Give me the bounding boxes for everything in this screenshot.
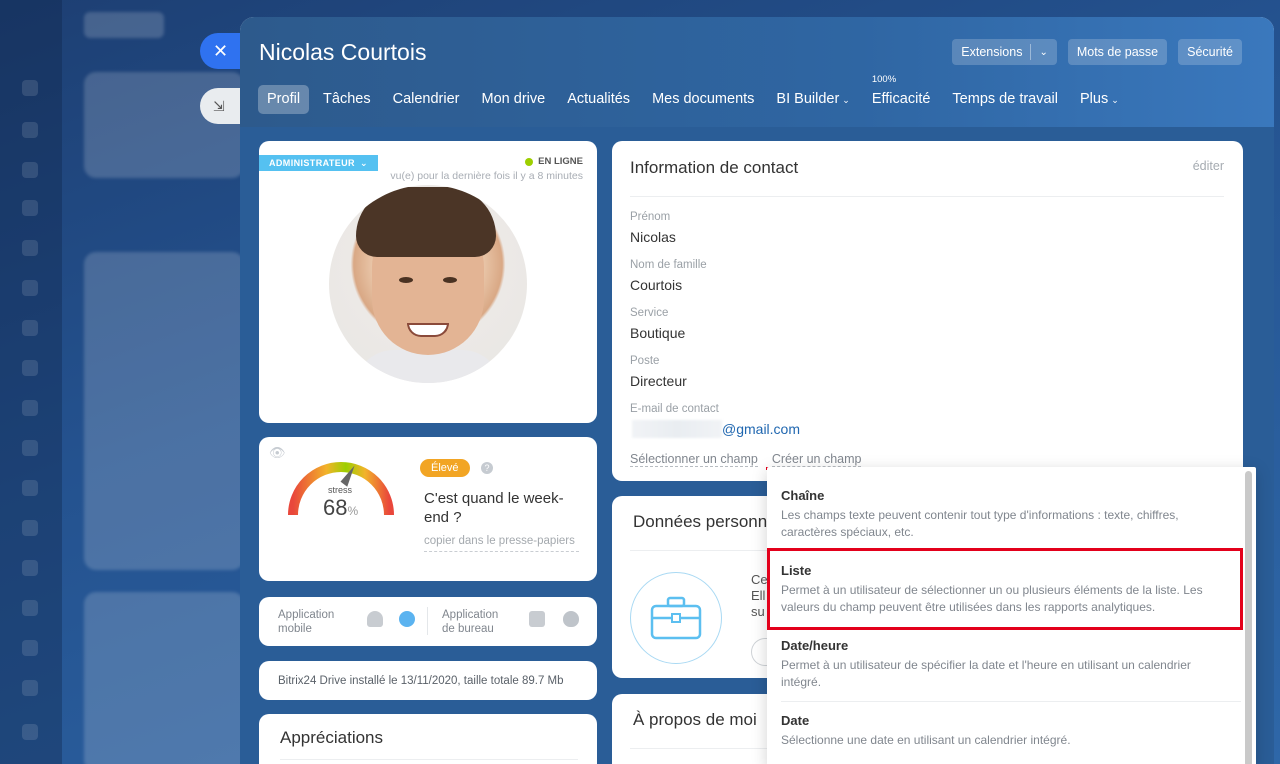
passwords-label: Mots de passe (1076, 45, 1159, 59)
background-feed-item (84, 252, 244, 570)
background-search (84, 12, 164, 38)
tab-temps-de-travail[interactable]: Temps de travail (941, 85, 1069, 114)
efficiency-percent: 100% (871, 74, 897, 85)
ios-app-icon[interactable] (399, 611, 415, 627)
desktop-app-label: Application de bureau (442, 609, 499, 635)
email-link[interactable]: @gmail.com (722, 421, 800, 437)
appreciations-card: Appréciations (259, 714, 597, 764)
briefcase-illustration (630, 572, 722, 664)
online-dot-icon (525, 157, 534, 166)
header-buttons: Extensions ⌄ Mots de passe Sécurité (952, 39, 1242, 65)
edit-link[interactable]: éditer (1193, 159, 1224, 173)
copy-to-clipboard-link[interactable]: copier dans le presse-papiers (424, 532, 579, 552)
email-redacted (632, 420, 722, 438)
slider-header: Nicolas Courtois Extensions ⌄ Mots de pa… (240, 17, 1274, 127)
stress-value: 68% (323, 495, 359, 520)
stress-level-badge: Élevé (420, 459, 470, 477)
field-value: Nicolas (630, 229, 676, 245)
select-field-link[interactable]: Sélectionner un champ (630, 452, 758, 467)
field-value: Courtois (630, 277, 683, 293)
chevron-down-icon: ⌄ (359, 157, 368, 168)
contact-card: Information de contact éditer Prénom Nic… (612, 141, 1243, 481)
field-label: Poste (630, 355, 660, 367)
minimize-icon: ⇲ (213, 97, 225, 114)
background-sidebar (0, 0, 62, 764)
stress-card: 👁 stress 68% Élevé ? C'est quand le week… (259, 437, 597, 581)
tab-efficacite[interactable]: 100% Efficacité (861, 75, 942, 114)
contact-title: Information de contact (630, 158, 799, 177)
tab-taches[interactable]: Tâches (312, 85, 382, 114)
extensions-label: Extensions (961, 45, 1023, 59)
page-title: Nicolas Courtois (259, 39, 427, 65)
menu-item-date-heure[interactable]: Date/heure Permet à un utilisateur de sp… (781, 638, 1221, 690)
create-field-link[interactable]: Créer un champ (771, 452, 862, 467)
chevron-down-icon[interactable]: ⌄ (1039, 47, 1047, 58)
extensions-button[interactable]: Extensions ⌄ (952, 39, 1057, 65)
tab-calendrier[interactable]: Calendrier (382, 85, 471, 114)
menu-item-chaine[interactable]: Chaîne Les champs texte peuvent contenir… (781, 488, 1221, 540)
apple-icon[interactable] (563, 611, 579, 627)
drive-card: Bitrix24 Drive installé le 13/11/2020, t… (259, 661, 597, 700)
online-status: EN LIGNE (525, 156, 583, 167)
tab-plus[interactable]: Plus ⌄ (1069, 85, 1130, 114)
background-feed-item (84, 592, 244, 764)
annotation-highlight-box (767, 548, 1243, 630)
about-title: À propos de moi (633, 710, 757, 729)
android-icon[interactable] (367, 611, 383, 627)
stress-message: C'est quand le week-end ? (424, 490, 564, 526)
tab-actualites[interactable]: Actualités (556, 85, 641, 114)
field-value: Boutique (630, 325, 686, 341)
role-badge[interactable]: ADMINISTRATEUR ⌄ (259, 155, 378, 171)
stress-label: stress (327, 485, 352, 495)
appreciations-title: Appréciations (280, 728, 384, 747)
windows-icon[interactable] (529, 611, 545, 627)
role-label: ADMINISTRATEUR (269, 158, 355, 168)
security-button[interactable]: Sécurité (1178, 39, 1242, 65)
field-label: E-mail de contact (630, 403, 719, 415)
field-label: Nom de famille (630, 259, 707, 271)
drive-info: Bitrix24 Drive installé le 13/11/2020, t… (278, 675, 564, 687)
tab-mes-documents[interactable]: Mes documents (641, 85, 765, 114)
profile-card: ADMINISTRATEUR ⌄ EN LIGNE vu(e) pour la … (259, 141, 597, 423)
chevron-down-icon: ⌄ (1111, 95, 1119, 105)
mobile-app-label: Application mobile (278, 609, 335, 635)
field-actions: Sélectionner un champ Créer un champ (630, 452, 862, 467)
tab-mon-drive[interactable]: Mon drive (471, 85, 557, 114)
menu-item-date[interactable]: Date Sélectionne une date en utilisant u… (781, 713, 1221, 749)
close-icon: ✕ (213, 40, 229, 61)
help-icon[interactable]: ? (481, 462, 493, 474)
field-label: Service (630, 307, 669, 319)
field-value: Directeur (630, 373, 687, 389)
security-label: Sécurité (1187, 45, 1233, 59)
personal-data-title: Données personne (633, 512, 777, 531)
personal-text: Ce Ell su (751, 572, 768, 619)
scrollbar[interactable] (1245, 471, 1252, 764)
tab-bi-builder[interactable]: BI Builder ⌄ (765, 85, 860, 114)
tab-profil[interactable]: Profil (258, 85, 310, 114)
profile-tabs: Profil Tâches Calendrier Mon drive Actua… (258, 75, 1130, 114)
chevron-down-icon: ⌄ (842, 95, 850, 105)
passwords-button[interactable]: Mots de passe (1067, 39, 1168, 65)
avatar[interactable] (329, 185, 527, 383)
apps-card: Application mobile Application de bureau (259, 597, 597, 646)
briefcase-icon (650, 596, 702, 640)
field-label: Prénom (630, 211, 671, 223)
last-seen: vu(e) pour la dernière fois il y a 8 min… (390, 170, 583, 182)
